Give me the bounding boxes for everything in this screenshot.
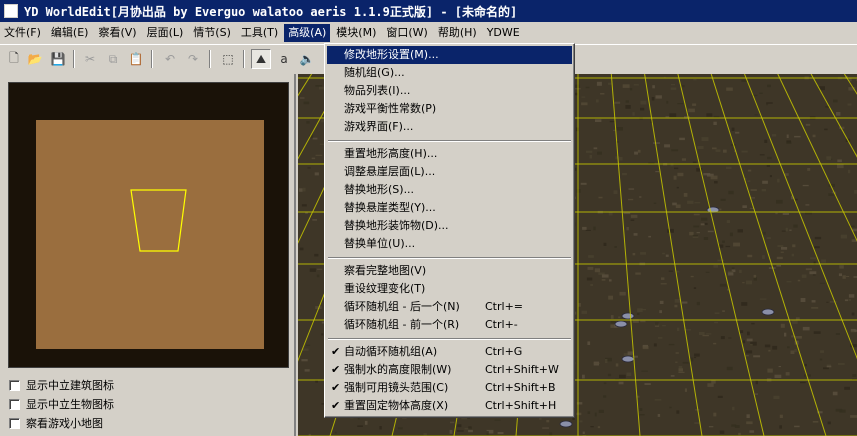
menu-separator (327, 136, 572, 145)
menu-item-label: 物品列表(I)... (344, 84, 411, 97)
menu-item-label: 调整悬崖层面(L)... (344, 165, 436, 178)
menu-item-shortcut: Ctrl+= (485, 300, 524, 313)
checkbox-label: 察看游戏小地图 (26, 417, 103, 430)
menu-item-shortcut: Ctrl+Shift+B (485, 381, 556, 394)
menu-file[interactable]: 文件(F) (0, 24, 45, 42)
menu-item[interactable]: 物品列表(I)... (327, 82, 572, 100)
menu-item-label: 替换单位(U)... (344, 237, 416, 250)
checkmark-icon: ✔ (331, 399, 341, 412)
menu-item[interactable]: ✔ 强制水的高度限制(W) Ctrl+Shift+W (327, 361, 572, 379)
menu-item-label: 替换悬崖类型(Y)... (344, 201, 436, 214)
menu-item-shortcut: Ctrl+G (485, 345, 523, 358)
menu-item-label: 强制水的高度限制(W) (344, 363, 452, 376)
redo-icon[interactable]: ↷ (183, 49, 203, 69)
new-icon[interactable]: 🗋 (4, 49, 24, 69)
window-title: YD WorldEdit[月协出品 by Everguo walatoo aer… (24, 4, 518, 19)
menu-item-label: 修改地形设置(M)... (344, 48, 439, 61)
app-icon (4, 4, 18, 18)
menu-advanced[interactable]: 高级(A) (284, 24, 331, 42)
checkmark-icon: ✔ (331, 363, 341, 376)
menu-item[interactable]: 游戏界面(F)... (327, 118, 572, 136)
menu-scenario[interactable]: 情节(S) (189, 24, 235, 42)
menu-item[interactable]: 随机组(G)... (327, 64, 572, 82)
advanced-dropdown-menu: 修改地形设置(M)... 随机组(G)... 物品列表(I)... 游戏平衡性常数(P… (324, 43, 575, 418)
menu-item[interactable]: ✔ 强制可用镜头范围(C) Ctrl+Shift+B (327, 379, 572, 397)
menu-module[interactable]: 模块(M) (332, 24, 380, 42)
minimap[interactable] (8, 82, 289, 368)
checkbox[interactable] (9, 417, 20, 429)
menu-item[interactable]: ✔ 重置固定物体高度(X) Ctrl+Shift+H (327, 397, 572, 415)
checkbox-label: 显示中立生物图标 (26, 398, 114, 411)
checkbox[interactable] (9, 398, 20, 410)
menu-item-label: 重置地形高度(H)... (344, 147, 438, 160)
menu-edit[interactable]: 编辑(E) (47, 24, 93, 42)
toolbar-separator (209, 50, 211, 68)
menu-item[interactable]: 循环随机组 - 前一个(R) Ctrl+- (327, 316, 572, 334)
menu-view[interactable]: 察看(V) (94, 24, 140, 42)
menu-item[interactable]: 循环随机组 - 后一个(N) Ctrl+= (327, 298, 572, 316)
menu-item-label: 随机组(G)... (344, 66, 405, 79)
menu-item[interactable]: 察看完整地图(V) (327, 262, 572, 280)
menu-item-label: 自动循环随机组(A) (344, 345, 438, 358)
checkbox-row[interactable]: 显示中立建筑图标 (9, 377, 114, 393)
copy-icon[interactable]: ⧉ (103, 49, 123, 69)
menu-layer[interactable]: 层面(L) (143, 24, 188, 42)
save-icon[interactable]: 💾 (48, 49, 68, 69)
menu-item-shortcut: Ctrl+Shift+H (485, 399, 557, 412)
cut-icon[interactable]: ✂ (80, 49, 100, 69)
menu-bar: 文件(F) 编辑(E) 察看(V) 层面(L) 情节(S) 工具(T) 高级(A) 模块(M)… (0, 23, 857, 43)
menu-item-label: 游戏平衡性常数(P) (344, 102, 437, 115)
sound-icon[interactable]: 🔈 (297, 49, 317, 69)
checkbox[interactable] (9, 379, 20, 391)
menu-item-shortcut: Ctrl+Shift+W (485, 363, 559, 376)
terrain-palette-icon[interactable]: ⛰ (251, 49, 271, 69)
checkbox-row[interactable]: 显示中立生物图标 (9, 396, 114, 412)
toolbar-separator (243, 50, 245, 68)
menu-item[interactable]: ✔ 自动循环随机组(A) Ctrl+G (327, 343, 572, 361)
open-folder-icon[interactable]: 📂 (25, 49, 45, 69)
menu-help[interactable]: 帮助(H) (434, 24, 481, 42)
doodad-palette-icon[interactable]: a (274, 49, 294, 69)
menu-item-label: 游戏界面(F)... (344, 120, 414, 133)
menu-item[interactable]: 替换单位(U)... (327, 235, 572, 253)
menu-item[interactable]: 重设纹理变化(T) (327, 280, 572, 298)
checkbox-row[interactable]: 察看游戏小地图 (9, 415, 103, 431)
menu-separator (327, 253, 572, 262)
title-bar: YD WorldEdit[月协出品 by Everguo walatoo aer… (0, 0, 857, 22)
menu-separator (327, 334, 572, 343)
menu-item-label: 替换地形装饰物(D)... (344, 219, 449, 232)
menu-item-label: 强制可用镜头范围(C) (344, 381, 449, 394)
menu-item[interactable]: 游戏平衡性常数(P) (327, 100, 572, 118)
camera-bounds (130, 189, 187, 252)
checkmark-icon: ✔ (331, 345, 341, 358)
toolbar-separator (151, 50, 153, 68)
toolbar-separator (73, 50, 75, 68)
left-panel: 显示中立建筑图标 显示中立生物图标 察看游戏小地图 (0, 74, 296, 436)
menu-item[interactable]: 调整悬崖层面(L)... (327, 163, 572, 181)
checkmark-icon: ✔ (331, 381, 341, 394)
menu-item-label: 重设纹理变化(T) (344, 282, 426, 295)
menu-item-shortcut: Ctrl+- (485, 318, 518, 331)
menu-window[interactable]: 窗口(W) (382, 24, 431, 42)
menu-ydwe[interactable]: YDWE (483, 24, 524, 42)
menu-item[interactable]: 重置地形高度(H)... (327, 145, 572, 163)
menu-tools[interactable]: 工具(T) (237, 24, 282, 42)
checkbox-label: 显示中立建筑图标 (26, 379, 114, 392)
select-icon[interactable]: ⬚ (218, 49, 238, 69)
undo-icon[interactable]: ↶ (160, 49, 180, 69)
menu-item[interactable]: 替换地形装饰物(D)... (327, 217, 572, 235)
menu-item-label: 察看完整地图(V) (344, 264, 427, 277)
menu-item-label: 循环随机组 - 后一个(N) (344, 300, 460, 313)
menu-item[interactable]: 替换悬崖类型(Y)... (327, 199, 572, 217)
menu-item-label: 替换地形(S)... (344, 183, 415, 196)
menu-item[interactable]: 修改地形设置(M)... (327, 46, 572, 64)
menu-item-label: 重置固定物体高度(X) (344, 399, 449, 412)
menu-item[interactable]: 替换地形(S)... (327, 181, 572, 199)
paste-icon[interactable]: 📋 (126, 49, 146, 69)
menu-item-label: 循环随机组 - 前一个(R) (344, 318, 460, 331)
